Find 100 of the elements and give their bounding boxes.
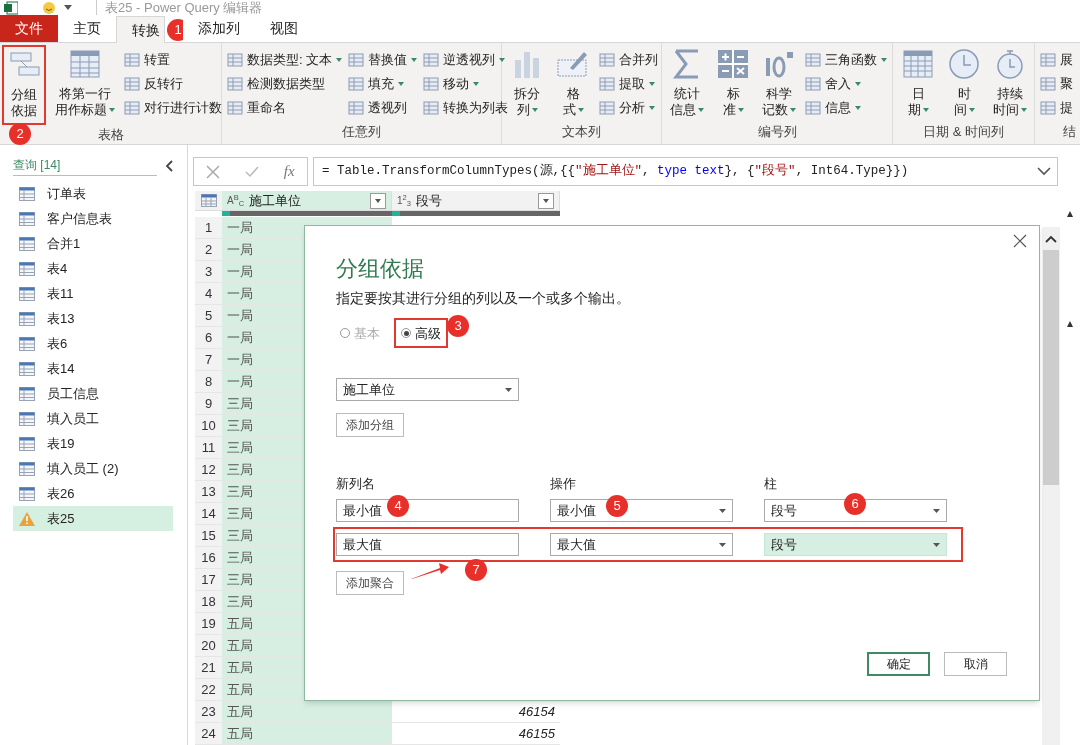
query-item[interactable]: 表13 [13,306,173,331]
query-item[interactable]: 表19 [13,431,173,456]
query-item[interactable]: 表4 [13,256,173,281]
grid-icon [599,75,615,92]
cancel-button[interactable]: 取消 [944,652,1007,676]
ribbon-button[interactable]: 时 间 [944,48,984,118]
formula-field[interactable]: = Table.TransformColumnTypes(源,{{"施工单位", type text}, {"段号", Int64.Type}}) [313,157,1058,186]
caret-icon[interactable] [1067,321,1073,327]
ribbon-button[interactable]: 对行进行计数 [124,96,222,119]
row-number: 16 [195,547,222,568]
query-item[interactable]: 表25 [13,506,173,531]
query-item[interactable]: 填入员工 [13,406,173,431]
ribbon-button[interactable]: 逆透视列 [423,48,509,71]
ribbon-button[interactable]: 反转行 [124,72,222,95]
grid-icon [348,99,365,116]
ribbon-button[interactable]: 持续 时间 [990,48,1030,118]
group-label: 日期 & 时间列 [923,123,1004,140]
column-header[interactable]: A$^{B}$$_{C}$ 施工单位 [222,191,392,210]
ribbon-button[interactable]: 提 [1040,96,1073,119]
add-aggregation-button[interactable]: 添加聚合 [336,571,404,596]
ribbon-tab[interactable]: 文件 [0,15,58,42]
ribbon-button[interactable]: 检测数据类型 [227,72,343,95]
table-icon [19,261,35,276]
ribbon-button[interactable]: 聚 [1040,72,1073,95]
row-number: 7 [195,349,222,370]
query-item[interactable]: 表14 [13,356,173,381]
ribbon-button[interactable]: 将第一行 用作标题 [52,48,118,118]
fx-button[interactable]: fx [283,160,295,183]
dropdown-caret-icon [505,387,512,392]
ribbon-button[interactable]: 统计 信息 [667,48,707,118]
ribbon-button[interactable]: 三角函数 [805,48,887,71]
collapse-icon[interactable] [165,160,173,172]
warning-icon [19,511,35,526]
grid-icon [124,99,140,116]
ok-button[interactable]: 确定 [867,652,930,676]
ribbon-button[interactable]: 分析 [599,96,658,119]
add-group-button[interactable]: 添加分组 [336,413,404,438]
ribbon-button[interactable]: 舍入 [805,72,887,95]
ribbon-button[interactable]: 填充 [348,72,418,95]
row-number: 1 [195,217,222,238]
ribbon-button[interactable]: 拆分 列 [507,48,547,118]
ribbon-button[interactable]: 替换值 [348,48,418,71]
dropdown-field[interactable]: 最大值 [550,533,733,557]
dropdown-field[interactable]: 施工单位 [336,378,519,402]
spreadsheet-icon[interactable] [4,0,18,15]
dropdown-button-icon[interactable] [370,192,386,209]
check-icon[interactable] [245,164,260,179]
chevron-up-icon[interactable] [1045,235,1057,243]
ribbon-button[interactable]: 信息 [805,96,887,119]
column-label: 柱 [764,476,777,492]
query-item[interactable]: 表11 [13,281,173,306]
table-icon [68,48,102,80]
ribbon-button[interactable]: 提取 [599,72,658,95]
row-number: 5 [195,305,222,326]
radio-button[interactable]: 高级 [397,320,445,347]
query-item[interactable]: 员工信息 [13,381,173,406]
ribbon-button[interactable]: 转换为列表 [423,96,509,119]
grid-icon [1040,75,1056,92]
table-icon [200,194,217,207]
dropdown-caret-icon[interactable] [64,5,72,10]
caret-icon[interactable] [1067,211,1073,217]
query-item[interactable]: 表26 [13,481,173,506]
ribbon-button[interactable]: 日 期 [898,48,938,118]
ribbon-button[interactable]: 数据类型: 文本 [227,48,343,71]
query-item[interactable]: 合并1 [13,231,173,256]
ribbon-button[interactable]: 转置 [124,48,222,71]
input-field[interactable]: 最大值 [336,533,519,557]
row-number: 11 [195,437,222,458]
ribbon-button[interactable]: 合并列 [599,48,658,71]
dropdown-button-icon[interactable] [538,192,554,209]
table-icon [19,186,35,201]
group-label: 结 [1063,123,1076,140]
row-number: 3 [195,261,222,282]
smiley-icon[interactable] [42,0,56,15]
query-item[interactable]: 客户信息表 [13,206,173,231]
close-icon[interactable] [1013,234,1027,248]
ribbon-tab[interactable]: 转换 [116,16,165,43]
ribbon-button[interactable]: 科学 记数 [759,48,799,118]
dropdown-caret-icon [933,508,940,513]
dropdown-field[interactable]: 段号 [764,533,947,557]
ribbon-button[interactable]: 移动 [423,72,509,95]
clock-icon [947,48,981,80]
ribbon-button[interactable]: 重命名 [227,96,343,119]
query-item[interactable]: 表6 [13,331,173,356]
chevron-down-icon[interactable] [1037,167,1051,176]
table-icon [19,486,35,501]
dropdown-caret-icon [719,508,726,513]
query-item[interactable]: 订单表 [13,181,173,206]
scrollbar[interactable] [1042,227,1060,745]
grid-icon [805,75,821,92]
grid-icon [227,99,243,116]
ribbon-button[interactable]: 透视列 [348,96,418,119]
grid-icon [124,51,140,68]
group-label: 任意列 [342,123,381,140]
ribbon-button[interactable]: 展 [1040,48,1073,71]
ribbon-button[interactable]: 标 准 [713,48,753,118]
ribbon-button[interactable]: 分组 依据 [4,49,44,119]
grid-icon [805,99,821,116]
ribbon-button[interactable]: 格 式 [553,48,593,118]
query-item[interactable]: 填入员工 (2) [13,456,173,481]
